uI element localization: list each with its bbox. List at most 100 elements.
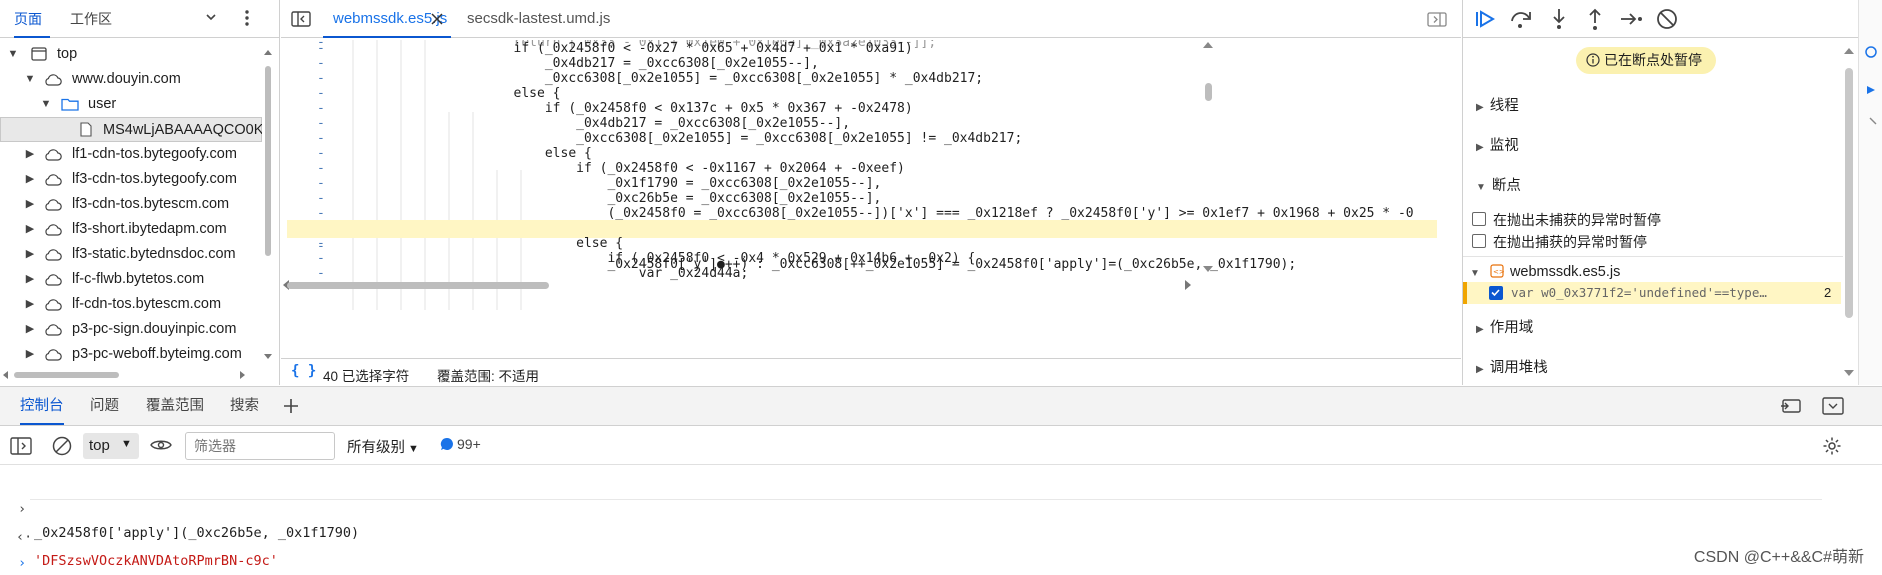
expand-triangle-icon[interactable]: ▶ [23, 342, 37, 364]
console-prompt[interactable]: › [0, 527, 33, 571]
issues-counter[interactable]: 99+ [440, 436, 481, 452]
cloud-icon [45, 299, 62, 311]
dock-side-icon[interactable] [1780, 398, 1802, 417]
section-scope[interactable]: ▶ 作用域 [1476, 316, 1533, 337]
tree-item-domain[interactable]: ▶ lf-cdn-tos.bytescm.com [0, 292, 262, 317]
tree-item-domain[interactable]: ▶ lf-c-flwb.bytetos.com [0, 267, 262, 292]
breakpoint-file[interactable]: ▼ <> webmssdk.es5.js [1470, 264, 1620, 280]
toggle-debugger-icon[interactable] [1427, 12, 1447, 30]
tree-horizontal-scrollbar[interactable] [0, 368, 262, 382]
collapse-triangle-icon[interactable]: ▼ [39, 92, 53, 117]
breakpoint-checkbox[interactable] [1489, 286, 1503, 300]
expand-triangle-icon[interactable]: ▶ [23, 192, 37, 217]
pretty-print-button[interactable]: { } [291, 363, 316, 379]
chevron-down-icon[interactable] [204, 10, 218, 27]
tree-item-domain[interactable]: ▶ lf3-static.bytednsdoc.com [0, 242, 262, 267]
expand-triangle-icon[interactable]: ▶ [23, 167, 37, 192]
expand-triangle-icon[interactable]: ▶ [23, 292, 37, 317]
cloud-icon [45, 199, 62, 211]
close-drawer-icon[interactable] [1822, 397, 1844, 418]
cloud-icon [45, 149, 62, 161]
filter-input[interactable] [185, 432, 335, 460]
tree-item-label: www.douyin.com [72, 71, 181, 87]
pause-caught-checkbox[interactable] [1472, 234, 1486, 248]
tree-item-domain[interactable]: ▶ lf3-cdn-tos.bytegoofy.com [0, 167, 262, 192]
file-icon [80, 122, 92, 137]
console-toolbar: top ▼ 所有级别▼ 99+ [0, 427, 1882, 465]
expand-triangle-icon: ▶ [1476, 324, 1484, 335]
right-edge-panel [1858, 0, 1882, 385]
tree-item-label: lf3-cdn-tos.bytegoofy.com [72, 171, 237, 187]
step-over-icon[interactable] [1508, 6, 1534, 32]
tree-item-domain[interactable]: ▶ lf3-short.ibytedapm.com [0, 217, 262, 242]
tab-page[interactable]: 页面 [14, 0, 50, 38]
console-output[interactable]: › _0x2458f0['apply'](_0xc26b5e, _0x1f179… [0, 466, 1882, 575]
message-icon [440, 437, 453, 450]
add-tab-icon[interactable] [283, 398, 299, 417]
step-icon[interactable] [1618, 6, 1644, 32]
context-selector[interactable]: top ▼ [83, 433, 139, 459]
dropdown-arrow-icon: ▼ [121, 438, 132, 450]
code-horizontal-scrollbar[interactable] [281, 278, 1441, 292]
expand-triangle-icon[interactable]: ▶ [23, 317, 37, 342]
breakpoint-line-number: 2 [1824, 285, 1832, 300]
drawer-tab-bar: 控制台 问题 覆盖范围 搜索 [0, 386, 1882, 426]
watermark: CSDN @C++&&C#萌新 [1693, 549, 1864, 566]
log-level-dropdown[interactable]: 所有级别 ▼ [347, 436, 419, 457]
section-watch[interactable]: ▶ 监视 [1476, 134, 1519, 155]
side-toolbar-icon[interactable] [1862, 40, 1880, 130]
breakpoint-entry[interactable]: var w0_0x3771f2='undefined'==type… 2 [1463, 282, 1841, 304]
code-editor[interactable]: - return [ 0x33 - 0x1 + 0x1e0 + 0x1e0a] … [281, 40, 1461, 350]
tree-item-folder[interactable]: ▼ user [0, 92, 262, 117]
tree-vertical-scrollbar[interactable] [263, 48, 273, 362]
tree-item-domain[interactable]: ▶ p3-pc-weboff.byteimg.com [0, 342, 262, 364]
tree-item-label: p3-pc-weboff.byteimg.com [72, 346, 242, 362]
section-threads[interactable]: ▶ 线程 [1476, 94, 1519, 115]
close-icon[interactable] [431, 0, 443, 38]
breakpoint-file-label: webmssdk.es5.js [1509, 264, 1621, 280]
deactivate-breakpoints-icon[interactable] [1654, 6, 1680, 32]
toggle-navigator-icon[interactable] [291, 11, 311, 30]
tree-item-file[interactable]: MS4wLjABAAAAQCO0K [0, 117, 262, 142]
expand-triangle-icon[interactable]: ▶ [23, 267, 37, 292]
tab-webmssdk[interactable]: webmssdk.es5.js [323, 0, 451, 38]
tab-coverage[interactable]: 覆盖范围 [146, 387, 204, 425]
expand-triangle-icon[interactable]: ▶ [23, 242, 37, 267]
tab-search[interactable]: 搜索 [230, 387, 259, 425]
selection-info: 40 已选择字符 [323, 369, 410, 384]
editor-status-bar: { } 40 已选择字符 覆盖范围: 不适用 [281, 358, 1461, 386]
cloud-icon [45, 224, 62, 236]
clear-console-icon[interactable] [52, 436, 72, 459]
collapse-triangle-icon[interactable]: ▼ [23, 67, 37, 92]
collapse-triangle-icon[interactable]: ▼ [6, 42, 20, 67]
console-input-line[interactable]: › _0x2458f0['apply'](_0xc26b5e, _0x1f179… [0, 473, 359, 541]
tree-item-domain[interactable]: ▶ p3-pc-sign.douyinpic.com [0, 317, 262, 342]
log-level-value: 所有级别 [347, 440, 405, 456]
console-result-line[interactable]: ‹· 'DFSzswVOczkANVDAtoRPmrBN-c9c' [0, 501, 278, 569]
tree-item-domain[interactable]: ▼ www.douyin.com [0, 67, 262, 92]
debugger-vertical-scrollbar[interactable] [1842, 44, 1856, 380]
tab-workspace[interactable]: 工作区 [70, 0, 112, 38]
tree-item-domain[interactable]: ▶ lf1-cdn-tos.bytegoofy.com [0, 142, 262, 167]
resume-icon[interactable] [1472, 6, 1498, 32]
pause-uncaught-checkbox[interactable] [1472, 212, 1486, 226]
svg-text:<>: <> [1493, 268, 1504, 276]
console-settings-gear-icon[interactable] [1822, 436, 1842, 459]
tab-console[interactable]: 控制台 [20, 387, 64, 425]
tree-item-domain[interactable]: ▶ lf3-cdn-tos.bytescm.com [0, 192, 262, 217]
cloud-icon [45, 74, 62, 86]
section-callstack[interactable]: ▶ 调用堆栈 [1476, 356, 1548, 377]
step-into-icon[interactable] [1546, 6, 1572, 32]
tree-item-top[interactable]: ▼ top [0, 42, 262, 67]
expand-triangle-icon[interactable]: ▶ [23, 217, 37, 242]
code-vertical-scrollbar[interactable] [1201, 40, 1215, 276]
tab-issues[interactable]: 问题 [90, 387, 119, 425]
section-breakpoints[interactable]: ▼ 断点 [1476, 174, 1521, 195]
eye-icon[interactable] [150, 437, 172, 456]
tree-item-label: p3-pc-sign.douyinpic.com [72, 321, 237, 337]
tab-secsdk[interactable]: secsdk-lastest.umd.js [467, 0, 610, 38]
more-options-icon[interactable] [244, 9, 250, 30]
show-sidebar-icon[interactable] [10, 437, 32, 458]
step-out-icon[interactable] [1582, 6, 1608, 32]
expand-triangle-icon[interactable]: ▶ [23, 142, 37, 167]
